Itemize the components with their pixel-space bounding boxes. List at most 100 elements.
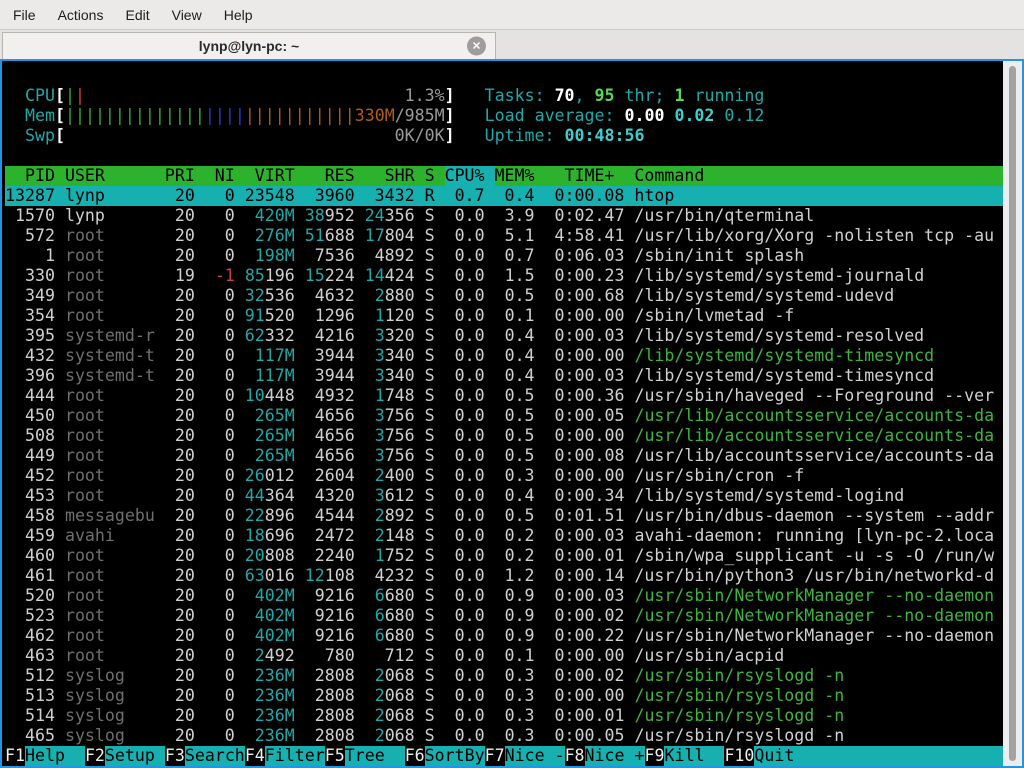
process-row-432[interactable]: 432 systemd-t 20 0 117M 3944 3340 S 0.0 …	[5, 346, 1003, 366]
text-run: PID USER PRI NI VIRT RES SHR S	[5, 166, 445, 186]
text-run: ]	[445, 126, 455, 146]
text-run: 20 0	[165, 586, 245, 606]
fkey-action[interactable]: Tree	[345, 746, 405, 766]
process-row-1[interactable]: 1 root 20 0 198M 7536 4892 S 0.0 0.7 0:0…	[5, 246, 1003, 266]
text-run: ,	[575, 86, 595, 106]
text-run: S 0.0 0.5 0:00.08 /usr/lib/accountsservi…	[425, 446, 994, 466]
text-run: 3944	[295, 346, 375, 366]
fkey-label[interactable]: F8	[565, 746, 585, 766]
sort-column-header[interactable]: CPU%	[445, 166, 495, 186]
text-run: ||||	[205, 106, 245, 126]
menu-item-actions[interactable]: Actions	[58, 7, 104, 23]
text-run: 20 0	[165, 306, 245, 326]
process-row-572[interactable]: 572 root 20 0 276M 51688 17804 S 0.0 5.1…	[5, 226, 1003, 246]
text-run: 3	[375, 346, 385, 366]
fkey-label[interactable]: F1	[5, 746, 25, 766]
menu-item-view[interactable]: View	[172, 7, 202, 23]
fkey-label[interactable]: F10	[724, 746, 754, 766]
text-run: 236M	[245, 686, 295, 706]
process-row-512[interactable]: 512 syslog 20 0 236M 2808 2068 S 0.0 0.3…	[5, 666, 1003, 686]
text-run	[455, 86, 485, 106]
fkey-label[interactable]: F3	[165, 746, 185, 766]
fkey-action[interactable]: Kill	[664, 746, 724, 766]
menu-bar: File Actions Edit View Help	[0, 0, 1024, 30]
text-run: 696 2472	[265, 526, 375, 546]
process-row-523[interactable]: 523 root 20 0 402M 9216 6680 S 0.0 0.9 0…	[5, 606, 1003, 626]
menu-item-edit[interactable]: Edit	[125, 7, 149, 23]
fkey-label[interactable]: F2	[85, 746, 105, 766]
text-run: S 0.0 0.5 0:01.51 /usr/bin/dbus-daemon -…	[425, 506, 994, 526]
text-run: 463	[5, 646, 65, 666]
process-row-462[interactable]: 462 root 20 0 402M 9216 6680 S 0.0 0.9 0…	[5, 626, 1003, 646]
function-key-bar[interactable]: F1Help F2Setup F3SearchF4FilterF5Tree F6…	[5, 746, 1003, 766]
process-row-458[interactable]: 458 messagebu 20 0 22896 4544 2892 S 0.0…	[5, 506, 1003, 526]
process-row-465[interactable]: 465 syslog 20 0 236M 2808 2068 S 0.0 0.3…	[5, 726, 1003, 746]
text-run: 9216	[295, 586, 375, 606]
fkey-label[interactable]: F5	[325, 746, 345, 766]
process-row-449[interactable]: 449 root 20 0 265M 4656 3756 S 0.0 0.5 0…	[5, 446, 1003, 466]
fkey-label[interactable]: F6	[405, 746, 425, 766]
text-run: 462	[5, 626, 65, 646]
process-row-520[interactable]: 520 root 20 0 402M 9216 6680 S 0.0 0.9 0…	[5, 586, 1003, 606]
process-row-514[interactable]: 514 syslog 20 0 236M 2808 2068 S 0.0 0.3…	[5, 706, 1003, 726]
fkey-action[interactable]: Search	[185, 746, 245, 766]
text-run: 680	[385, 626, 425, 646]
text-run: 688	[325, 226, 365, 246]
fkey-label[interactable]: F7	[485, 746, 505, 766]
process-row-349[interactable]: 349 root 20 0 32536 4632 2880 S 0.0 0.5 …	[5, 286, 1003, 306]
text-run: 20 0	[165, 326, 245, 346]
process-row-513[interactable]: 513 syslog 20 0 236M 2808 2068 S 0.0 0.3…	[5, 686, 1003, 706]
fkey-action[interactable]: Help	[25, 746, 85, 766]
fkey-action[interactable]: Filter	[265, 746, 325, 766]
text-run: 6	[375, 586, 385, 606]
process-row-459[interactable]: 459 avahi 20 0 18696 2472 2148 S 0.0 0.2…	[5, 526, 1003, 546]
text-run: 508	[5, 426, 65, 446]
process-row-450[interactable]: 450 root 20 0 265M 4656 3756 S 0.0 0.5 0…	[5, 406, 1003, 426]
process-row-1570[interactable]: 1570 lynp 20 0 420M 38952 24356 S 0.0 3.…	[5, 206, 1003, 226]
terminal-tab[interactable]: lynp@lyn-pc: ~ ✕	[2, 32, 496, 59]
text-run: 068	[385, 666, 425, 686]
text-run: 4656	[295, 426, 375, 446]
process-row-13287[interactable]: 13287 lynp 20 0 23548 3960 3432 R 0.7 0.…	[5, 186, 1003, 206]
text-run: 20	[245, 546, 265, 566]
text-run: 3	[375, 406, 385, 426]
fkey-action[interactable]: Quit	[754, 746, 1003, 766]
process-row-463[interactable]: 463 root 20 0 2492 780 712 S 0.0 0.1 0:0…	[5, 646, 1003, 666]
process-row-444[interactable]: 444 root 20 0 10448 4932 1748 S 0.0 0.5 …	[5, 386, 1003, 406]
text-run: 320	[385, 326, 425, 346]
process-row-330[interactable]: 330 root 19 -1 85196 15224 14424 S 0.0 1…	[5, 266, 1003, 286]
text-run: 20 0	[165, 566, 245, 586]
menu-item-file[interactable]: File	[13, 7, 36, 23]
text-run: thr;	[615, 86, 675, 106]
text-run: 20 0	[165, 546, 245, 566]
process-row-460[interactable]: 460 root 20 0 20808 2240 1752 S 0.0 0.2 …	[5, 546, 1003, 566]
text-run: 20 0	[165, 486, 245, 506]
tab-close-button[interactable]: ✕	[467, 37, 486, 56]
fkey-action[interactable]: Nice +	[585, 746, 645, 766]
fkey-action[interactable]: Setup	[105, 746, 165, 766]
process-table-header[interactable]: PID USER PRI NI VIRT RES SHR S CPU% MEM%…	[5, 166, 1003, 186]
process-row-461[interactable]: 461 root 20 0 63016 12108 4232 S 0.0 1.2…	[5, 566, 1003, 586]
text-run: S 0.0 0.9 0:00.22 /usr/sbin/NetworkManag…	[425, 626, 994, 646]
text-run: 6	[375, 626, 385, 646]
text-run: running	[684, 86, 764, 106]
fkey-action[interactable]: SortBy	[425, 746, 485, 766]
text-run: S 0.0 0.4 0:00.03 /lib/systemd/systemd-r…	[425, 326, 925, 346]
fkey-label[interactable]: F4	[245, 746, 265, 766]
fkey-action[interactable]: Nice -	[505, 746, 565, 766]
text-run: 2	[375, 706, 385, 726]
terminal-scrollbar[interactable]	[1003, 61, 1022, 766]
process-row-396[interactable]: 396 systemd-t 20 0 117M 3944 3340 S 0.0 …	[5, 366, 1003, 386]
process-row-354[interactable]: 354 root 20 0 91520 1296 1120 S 0.0 0.1 …	[5, 306, 1003, 326]
text-run: root	[65, 466, 165, 486]
scrollbar-thumb[interactable]	[1009, 66, 1016, 761]
process-row-395[interactable]: 395 systemd-r 20 0 62332 4216 3320 S 0.0…	[5, 326, 1003, 346]
text-run: 523	[5, 606, 65, 626]
text-run: 424	[385, 266, 425, 286]
process-row-452[interactable]: 452 root 20 0 26012 2604 2400 S 0.0 0.3 …	[5, 466, 1003, 486]
fkey-label[interactable]: F9	[645, 746, 665, 766]
menu-item-help[interactable]: Help	[224, 7, 253, 23]
process-row-508[interactable]: 508 root 20 0 265M 4656 3756 S 0.0 0.5 0…	[5, 426, 1003, 446]
text-run: root	[65, 406, 165, 426]
process-row-453[interactable]: 453 root 20 0 44364 4320 3612 S 0.0 0.4 …	[5, 486, 1003, 506]
